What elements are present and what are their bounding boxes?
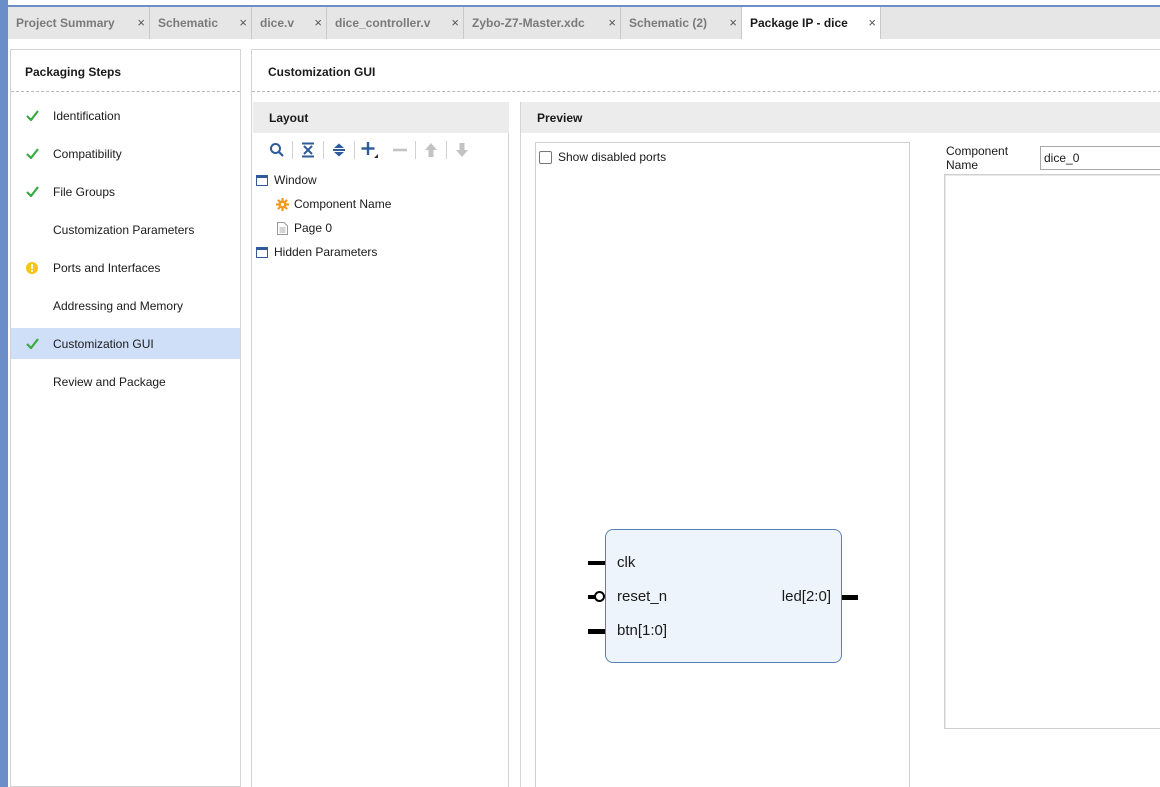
step-file-groups[interactable]: File Groups (11, 176, 240, 207)
tab-label: dice.v (260, 16, 295, 30)
check-icon (25, 185, 39, 199)
step-addressing-and-memory[interactable]: Addressing and Memory (11, 290, 240, 321)
tab-dice-controller-v[interactable]: dice_controller.v × (327, 7, 464, 39)
component-name-row: Component Name (946, 144, 1160, 172)
component-name-label: Component Name (946, 144, 1009, 172)
close-icon[interactable]: × (239, 16, 247, 30)
layout-toolbar (253, 136, 509, 164)
tree-item-label: Window (274, 173, 317, 187)
search-icon[interactable] (262, 137, 292, 163)
check-icon (25, 147, 39, 161)
port-label-btn: btn[1:0] (617, 622, 668, 639)
divider (11, 91, 240, 92)
warning-icon (25, 261, 39, 275)
window-icon (255, 245, 269, 259)
divider (252, 91, 1160, 92)
check-icon (25, 337, 39, 351)
port-pin-btn (588, 629, 605, 634)
tree-item-label: Component Name (294, 197, 392, 211)
page-title: Customization GUI (268, 65, 376, 79)
tab-label: Schematic (158, 16, 219, 30)
tab-zybo-xdc[interactable]: Zybo-Z7-Master.xdc × (464, 7, 621, 39)
close-icon[interactable]: × (868, 16, 876, 30)
step-label: Ports and Interfaces (53, 260, 161, 275)
packaging-steps-panel: Packaging Steps Identification Compatibi… (10, 49, 241, 787)
add-icon[interactable] (355, 137, 385, 163)
step-customization-gui[interactable]: Customization GUI (11, 328, 240, 359)
tab-label: Project Summary (16, 16, 115, 30)
close-icon[interactable]: × (451, 16, 459, 30)
checkbox-label: Show disabled ports (558, 150, 667, 164)
preview-header: Preview (521, 102, 1160, 133)
tree-item-label: Hidden Parameters (274, 245, 378, 259)
close-icon[interactable]: × (314, 16, 322, 30)
tab-dice-v[interactable]: dice.v × (252, 7, 327, 39)
tab-label: Schematic (2) (629, 16, 708, 30)
window-icon (255, 173, 269, 187)
step-compatibility[interactable]: Compatibility (11, 138, 240, 169)
component-name-input[interactable] (1040, 146, 1160, 170)
tree-item-page-0[interactable]: Page 0 (275, 217, 332, 239)
page-icon (275, 221, 289, 235)
parameter-page-area (944, 174, 1160, 729)
vivado-window: Project Summary × Schematic × dice.v × d… (0, 0, 1160, 787)
step-customization-parameters[interactable]: Customization Parameters (11, 214, 240, 245)
show-disabled-ports-checkbox[interactable]: Show disabled ports (539, 150, 666, 164)
port-pin-led (842, 595, 858, 600)
move-up-icon (416, 137, 446, 163)
window-top-edge (0, 0, 1160, 7)
tree-item-component-name[interactable]: Component Name (275, 193, 391, 215)
collapse-all-icon[interactable] (293, 137, 323, 163)
tree-item-window[interactable]: Window (255, 169, 317, 191)
tab-schematic-2[interactable]: Schematic (2) × (621, 7, 742, 39)
tab-label: dice_controller.v (335, 16, 431, 30)
port-pin-clk (588, 561, 605, 565)
tab-schematic[interactable]: Schematic × (150, 7, 252, 39)
layout-panel: Layout Window Component Name Page 0 Hidd… (253, 102, 509, 787)
close-icon[interactable]: × (137, 16, 145, 30)
tab-label: Zybo-Z7-Master.xdc (472, 16, 585, 30)
step-label: Identification (53, 108, 121, 123)
symbol-preview: Show disabled ports clk reset_n btn[1:0]… (535, 142, 910, 787)
packaging-steps-title: Packaging Steps (25, 65, 122, 79)
checkbox-box[interactable] (539, 150, 552, 164)
document-tab-bar: Project Summary × Schematic × dice.v × d… (8, 7, 1160, 39)
window-left-edge (0, 0, 8, 787)
step-label: Addressing and Memory (53, 298, 184, 313)
tab-project-summary[interactable]: Project Summary × (8, 7, 150, 39)
remove-icon (385, 137, 415, 163)
step-ports-and-interfaces[interactable]: Ports and Interfaces (11, 252, 240, 283)
port-label-led: led[2:0] (781, 588, 831, 605)
port-invert-bubble (594, 591, 605, 602)
tree-item-label: Page 0 (294, 221, 333, 235)
check-icon (25, 109, 39, 123)
step-label: File Groups (53, 184, 116, 199)
gear-icon (275, 197, 289, 211)
layout-header: Layout (253, 102, 509, 133)
preview-panel: Preview Show disabled ports clk reset_n … (520, 102, 1160, 787)
tab-package-ip-dice[interactable]: Package IP - dice × (742, 7, 881, 39)
close-icon[interactable]: × (608, 16, 616, 30)
step-label: Compatibility (53, 146, 122, 161)
move-down-icon (447, 137, 477, 163)
port-label-reset-n: reset_n (617, 588, 668, 605)
tab-label: Package IP - dice (750, 16, 848, 30)
step-label: Review and Package (53, 374, 166, 389)
tree-item-hidden-parameters[interactable]: Hidden Parameters (255, 241, 377, 263)
ip-block-symbol: clk reset_n btn[1:0] led[2:0] (605, 529, 842, 663)
step-identification[interactable]: Identification (11, 100, 240, 131)
port-label-clk: clk (617, 554, 636, 571)
expand-all-icon[interactable] (324, 137, 354, 163)
close-icon[interactable]: × (729, 16, 737, 30)
step-label: Customization Parameters (53, 222, 195, 237)
step-label: Customization GUI (53, 336, 154, 351)
step-review-and-package[interactable]: Review and Package (11, 366, 240, 397)
